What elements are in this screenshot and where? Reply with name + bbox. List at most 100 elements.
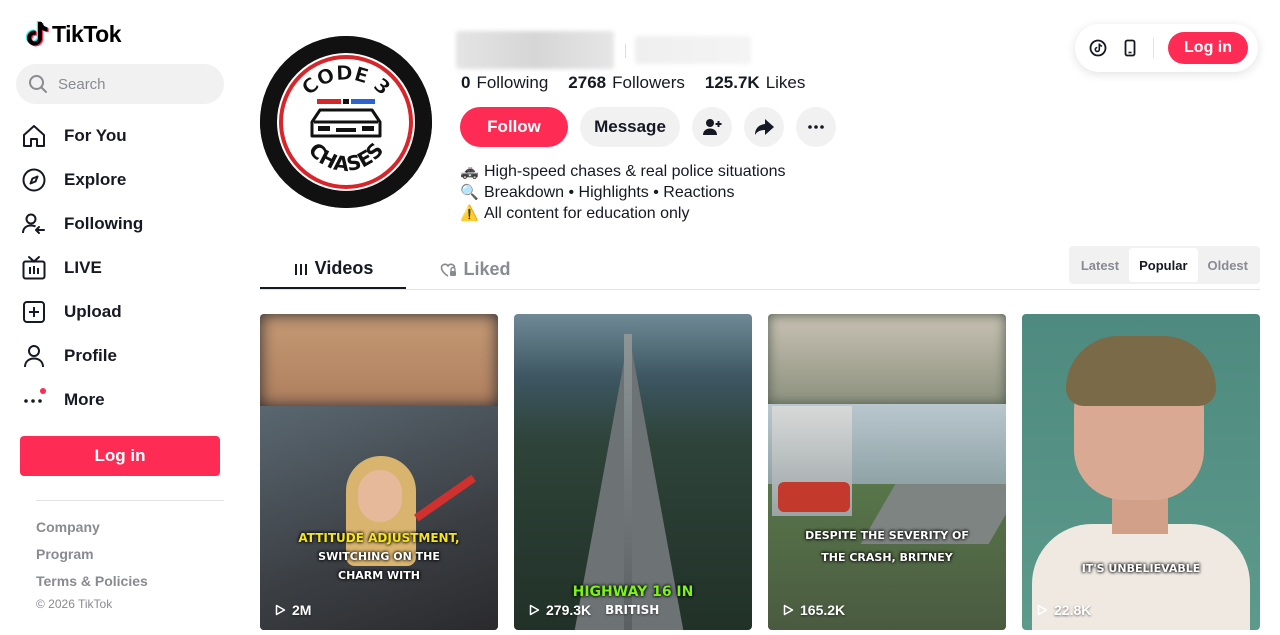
stat-following[interactable]: 0 Following [461,73,548,93]
nav-item-upload[interactable]: Upload [20,290,220,334]
add-user-icon [703,119,722,135]
profile-bio: 🚓 High-speed chases & real police situati… [460,161,786,224]
nav-item-live[interactable]: LIVE [20,246,220,290]
nav-label: Upload [64,302,122,321]
video-card[interactable]: HIGHWAY 16 IN BRITISH 279.3KBRITISH [514,314,752,630]
sort-oldest[interactable]: Oldest [1198,248,1258,282]
username-redacted [635,36,751,64]
profile-avatar[interactable]: CODE 3 CHASES [260,36,432,208]
sidebar: TikTok For You Explore [0,0,240,635]
following-icon [20,210,48,238]
video-caption: ATTITUDE ADJUSTMENT, [298,531,460,545]
home-icon [20,122,48,150]
liked-heart-lock-icon [441,263,457,277]
sidebar-login-button[interactable]: Log in [20,436,220,476]
video-caption: CHARM WITH [338,569,420,582]
footer-links: Company Program Terms & Policies [36,518,148,599]
sort-latest[interactable]: Latest [1071,248,1129,282]
tab-videos[interactable]: Videos [260,250,406,289]
main-nav: For You Explore Following LIVE Upload Pr… [20,114,220,422]
nav-label: Profile [64,346,117,365]
nav-label: LIVE [64,258,102,277]
profile-stats: 0 Following 2768 Followers 125.7K Likes [461,73,805,93]
view-count: 279.3K BRITISH [528,602,659,618]
play-icon [1037,604,1048,616]
stat-likes: 125.7K Likes [704,73,806,92]
footer-link-company[interactable]: Company [36,518,148,545]
video-card[interactable]: ATTITUDE ADJUSTMENT, SWITCHING ON THE CH… [260,314,498,630]
profile-icon [20,342,48,370]
follow-button[interactable]: Follow [460,107,568,147]
play-icon [783,604,794,616]
live-tv-icon [20,254,48,282]
play-icon [275,604,286,616]
bio-line: 🔍 Breakdown • Highlights • Reactions [460,183,735,201]
top-login-button[interactable]: Log in [1168,32,1248,64]
nav-item-for-you[interactable]: For You [20,114,220,158]
tiktok-note-icon [25,21,49,47]
videos-grid-icon [294,263,307,275]
code3-chases-logo: CODE 3 CHASES [260,36,432,208]
video-caption: DESPITE THE SEVERITY OF [805,529,969,542]
search-bar[interactable] [16,64,224,104]
ellipsis-icon [808,125,824,129]
search-icon [29,75,47,93]
share-arrow-icon [755,119,774,135]
compass-icon [20,166,48,194]
profile-tabs: Videos Liked Latest Popular Oldest [260,246,1260,290]
video-caption: HIGHWAY 16 IN [572,584,694,600]
search-input[interactable] [58,75,208,93]
video-grid: ATTITUDE ADJUSTMENT, SWITCHING ON THE CH… [260,314,1260,630]
profile-actions: Follow Message [460,107,836,147]
bio-line: 🚓 High-speed chases & real police situati… [460,162,786,180]
video-thumbnail [514,314,752,630]
stat-followers[interactable]: 2768 Followers [568,73,685,93]
play-icon [529,604,540,616]
upload-icon [20,298,48,326]
nav-label: Explore [64,170,127,189]
video-caption: SWITCHING ON THE [318,550,440,563]
notification-dot [40,388,46,394]
video-card[interactable]: DESPITE THE SEVERITY OF THE CRASH, BRITN… [768,314,1006,630]
police-car-emoji-icon: 🚓 [460,162,479,180]
nav-label: More [64,390,105,409]
name-separator [625,44,626,58]
sort-segmented-control: Latest Popular Oldest [1068,246,1260,284]
sort-popular[interactable]: Popular [1129,248,1198,282]
tiktok-coin-icon[interactable] [1089,39,1107,57]
copyright: © 2026 TikTok [36,597,113,611]
video-thumbnail [260,314,498,630]
video-thumbnail [1022,314,1260,630]
warning-emoji-icon: ⚠️ [460,204,479,222]
tiktok-wordmark: TikTok [52,20,122,47]
nav-item-following[interactable]: Following [20,202,220,246]
nav-item-explore[interactable]: Explore [20,158,220,202]
video-thumbnail [768,314,1006,630]
mobile-app-icon[interactable] [1121,39,1139,57]
nav-item-profile[interactable]: Profile [20,334,220,378]
tiktok-profile-page: TikTok For You Explore [0,0,1280,635]
tiktok-logo[interactable]: TikTok [24,20,122,48]
nav-label: Following [64,214,144,233]
suggested-accounts-button[interactable] [692,107,732,147]
top-divider [1153,38,1155,58]
more-dots-icon [20,386,48,414]
more-options-button[interactable] [796,107,836,147]
bio-line: ⚠️ All content for education only [460,204,690,222]
video-caption: IT'S UNBELIEVABLE [1081,562,1201,575]
tab-liked[interactable]: Liked [420,250,530,289]
nav-label: For You [64,126,127,145]
view-count: 2M [274,602,311,618]
display-name-redacted [456,31,614,69]
footer-link-program[interactable]: Program [36,545,148,572]
nav-item-more[interactable]: More [20,378,220,422]
video-caption: THE CRASH, BRITNEY [821,551,953,564]
video-card[interactable]: IT'S UNBELIEVABLE 22.8K [1022,314,1260,630]
magnifier-emoji-icon: 🔍 [460,183,479,201]
footer-link-terms[interactable]: Terms & Policies [36,572,148,599]
message-button[interactable]: Message [580,107,680,147]
view-count: 165.2K [782,602,845,618]
top-right-actions: Log in [1075,24,1258,72]
sidebar-divider [36,500,224,501]
share-button[interactable] [744,107,784,147]
